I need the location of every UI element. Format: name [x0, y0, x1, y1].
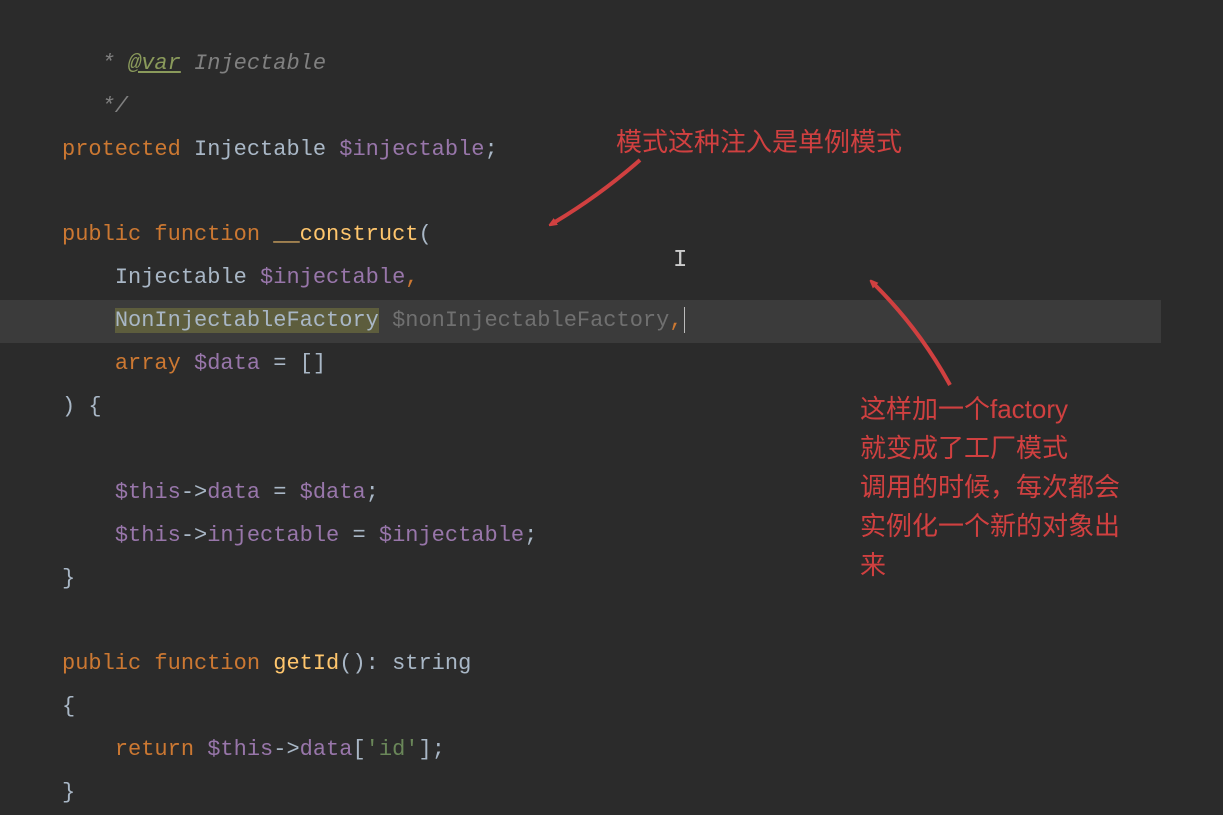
code-line: $this->injectable = $injectable;: [62, 523, 537, 548]
code-line: * @var Injectable: [62, 51, 326, 76]
code-line: $this->data = $data;: [62, 480, 379, 505]
code-line: }: [62, 780, 75, 805]
code-line: public function getId(): string: [62, 651, 471, 676]
code-line: }: [62, 566, 75, 591]
text-caret: [684, 307, 685, 333]
code-line: Injectable $injectable,: [62, 265, 418, 290]
code-line-current: NonInjectableFactory $nonInjectableFacto…: [0, 300, 1161, 343]
code-line: [62, 608, 75, 633]
code-line: return $this->data['id'];: [62, 737, 445, 762]
code-line: array $data = []: [62, 351, 326, 376]
code-editor[interactable]: * @var Injectable */ protected Injectabl…: [62, 0, 1223, 815]
code-line: ) {: [62, 394, 102, 419]
code-line: [62, 180, 75, 205]
code-line: protected Injectable $injectable;: [62, 137, 498, 162]
code-line: [62, 437, 75, 462]
code-line: */: [62, 94, 128, 119]
code-line: public function __construct(: [62, 222, 432, 247]
